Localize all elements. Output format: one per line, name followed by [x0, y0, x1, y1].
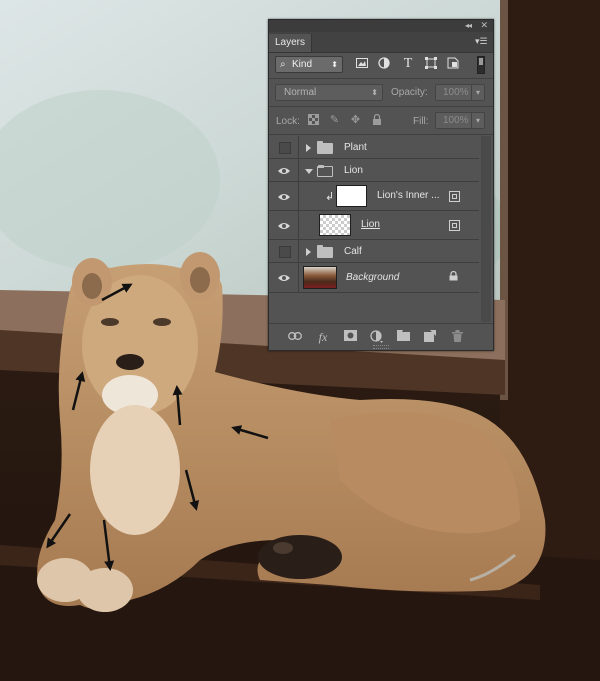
fx-icon[interactable]: fx	[316, 330, 330, 344]
filter-toggle-switch[interactable]	[477, 56, 485, 74]
layer-thumbnail[interactable]	[303, 266, 337, 289]
visibility-cell[interactable]	[269, 240, 299, 262]
layer-name: Lion	[344, 165, 363, 176]
chevron-down-icon[interactable]	[305, 169, 313, 174]
layers-bottom-toolbar: fx	[269, 323, 493, 350]
type-filter-icon[interactable]: T	[401, 57, 415, 71]
visibility-off-box[interactable]	[279, 246, 291, 258]
smart-object-badge-icon	[449, 220, 460, 231]
select-arrows-icon: ⬍	[331, 60, 338, 69]
select-arrows-icon: ⬍	[371, 88, 378, 97]
close-icon[interactable]: ✕	[480, 20, 488, 31]
visibility-cell[interactable]	[269, 211, 299, 239]
new-layer-icon[interactable]	[423, 330, 437, 344]
folder-open-icon	[317, 165, 333, 177]
layer-name: Plant	[344, 142, 367, 153]
eye-icon[interactable]	[278, 193, 290, 201]
fill-label: Fill:	[413, 116, 429, 127]
fill-value: 100%	[443, 115, 469, 126]
layers-panel[interactable]: ◂◂ ✕ Layers ▾☰ ⌕ Kind ⬍ T Normal ⬍ Opaci…	[268, 19, 494, 351]
arrow-paw-right	[102, 519, 115, 571]
trash-icon[interactable]	[450, 330, 464, 344]
arrow-cheek-right	[172, 385, 183, 426]
divider	[269, 106, 493, 107]
image-filter-icon[interactable]	[355, 57, 369, 71]
opacity-label: Opacity:	[391, 87, 428, 98]
smart-object-badge-icon	[449, 191, 460, 202]
fill-field[interactable]: 100% ▾	[435, 112, 485, 129]
folder-icon	[317, 141, 333, 154]
layer-row-lions-inner[interactable]: ↲ Lion's Inner ...	[269, 182, 479, 211]
link-icon[interactable]	[288, 330, 302, 344]
blend-mode-select[interactable]: Normal ⬍	[275, 84, 383, 101]
panel-tabbar: Layers ▾☰	[269, 32, 493, 53]
arrow-cheek-left	[71, 371, 86, 411]
layer-row-lion[interactable]: Lion	[269, 211, 479, 240]
tab-layers[interactable]: Layers	[269, 34, 312, 52]
lock-image-pixels-icon[interactable]: ✎	[328, 114, 341, 127]
layer-name: Background	[346, 272, 400, 283]
arrow-paw-left	[46, 513, 72, 549]
layer-name: Calf	[344, 246, 362, 257]
collapse-icon[interactable]: ◂◂	[465, 21, 472, 30]
lock-icon	[449, 270, 458, 284]
visibility-cell[interactable]	[269, 136, 299, 158]
adjustment-filter-icon[interactable]	[377, 57, 391, 71]
divider	[269, 134, 493, 135]
folder-icon	[317, 245, 333, 258]
layer-thumbnail[interactable]	[336, 185, 367, 207]
blend-mode-value: Normal	[284, 87, 317, 98]
eye-icon[interactable]	[278, 274, 290, 282]
layer-name: Lion	[361, 219, 380, 230]
layer-thumbnail[interactable]	[319, 214, 351, 236]
clipping-mask-arrow-icon: ↲	[325, 191, 335, 203]
layer-name: Lion's Inner ...	[377, 190, 440, 201]
opacity-value: 100%	[443, 87, 469, 98]
visibility-cell[interactable]	[269, 159, 299, 181]
chevron-down-icon[interactable]: ▾	[471, 85, 484, 100]
eye-icon[interactable]	[278, 167, 290, 175]
filter-kind-select[interactable]: ⌕ Kind ⬍	[275, 56, 343, 73]
panel-titlebar[interactable]: ◂◂ ✕	[269, 20, 493, 32]
layer-row-background[interactable]: Background	[269, 263, 479, 293]
visibility-cell[interactable]	[269, 263, 299, 292]
lock-transparent-pixels-icon[interactable]	[307, 114, 320, 127]
lock-position-icon[interactable]: ✥	[349, 114, 362, 127]
blend-row: Normal ⬍ Opacity: 100% ▾	[273, 82, 489, 104]
eye-icon[interactable]	[278, 222, 290, 230]
layer-row-lion-group[interactable]: Lion	[269, 159, 479, 182]
arrow-ear	[101, 283, 133, 302]
visibility-off-box[interactable]	[279, 142, 291, 154]
new-group-icon[interactable]	[396, 330, 410, 344]
search-icon: ⌕	[280, 59, 286, 70]
opacity-field[interactable]: 100% ▾	[435, 84, 485, 101]
layers-scrollbar[interactable]	[481, 136, 491, 322]
lock-all-icon[interactable]	[370, 113, 383, 127]
resize-grip[interactable]	[373, 345, 389, 349]
visibility-cell[interactable]	[269, 182, 299, 210]
divider	[269, 78, 493, 79]
filter-kind-label: Kind	[292, 59, 313, 70]
arrow-shoulder	[231, 425, 269, 440]
adjustment-layer-icon[interactable]	[369, 330, 383, 344]
layer-row-calf[interactable]: Calf	[269, 240, 479, 263]
chevron-right-icon[interactable]	[306, 248, 311, 256]
chevron-right-icon[interactable]	[306, 144, 311, 152]
layers-list: Plant Lion ↲ Lion's Inner ... Lion Calf …	[269, 136, 479, 322]
lock-row: Lock: ✎ ✥ Fill: 100% ▾	[273, 110, 489, 132]
chevron-down-icon[interactable]: ▾	[471, 113, 484, 128]
layer-row-plant[interactable]: Plant	[269, 136, 479, 159]
panel-menu-icon[interactable]: ▾☰	[475, 36, 488, 46]
shape-filter-icon[interactable]	[424, 57, 438, 71]
mask-icon[interactable]	[343, 330, 357, 344]
smart-object-filter-icon[interactable]	[446, 57, 460, 71]
lock-label: Lock:	[276, 116, 300, 127]
arrow-leg	[184, 469, 200, 511]
filter-row: ⌕ Kind ⬍ T	[273, 54, 489, 76]
